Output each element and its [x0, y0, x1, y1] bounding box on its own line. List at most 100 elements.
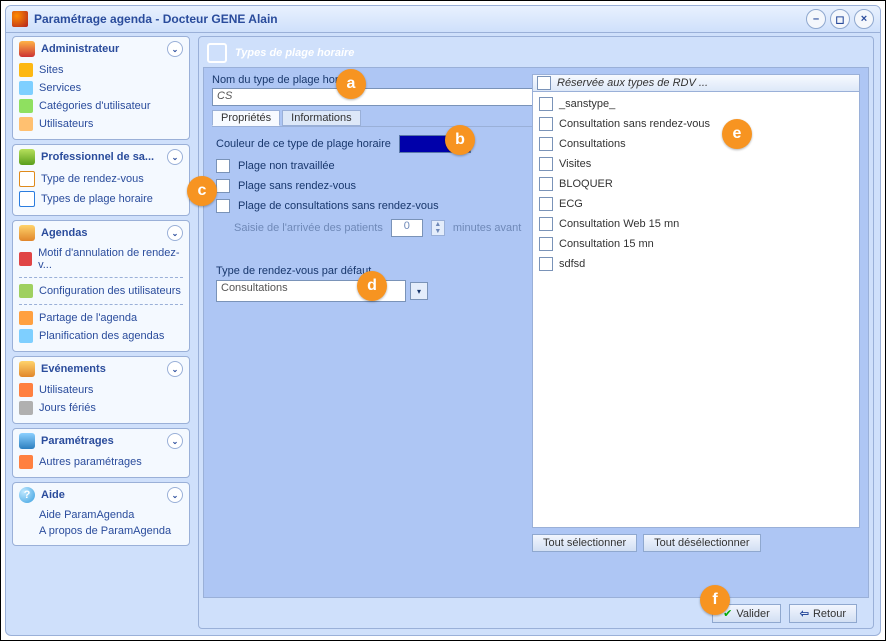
sidebar-panel-param: Paramétrages ⌄ Autres paramétrages [12, 428, 190, 478]
nav-label: Utilisateurs [39, 384, 93, 396]
rdv-item[interactable]: ECG [537, 194, 855, 214]
nav-label: Configuration des utilisateurs [39, 285, 181, 297]
rdv-item[interactable]: Consultation Web 15 mn [537, 214, 855, 234]
sidebar-panel-help: ? Aide ⌄ Aide ParamAgenda A propos de Pa… [12, 482, 190, 546]
rdv-item[interactable]: _sanstype_ [537, 94, 855, 114]
rdv-item-checkbox[interactable] [539, 137, 553, 151]
agenda-icon [19, 225, 35, 241]
motif-icon [19, 252, 32, 266]
rdv-item-checkbox[interactable] [539, 177, 553, 191]
chk-consult-sans-rdv[interactable] [216, 199, 230, 213]
nav-label: Motif d'annulation de rendez-v... [38, 247, 183, 271]
rdv-item[interactable]: BLOQUER [537, 174, 855, 194]
nav-label: Type de rendez-vous [41, 173, 144, 185]
panel-title: Paramétrages [41, 435, 114, 447]
nav-partage[interactable]: Partage de l'agenda [13, 309, 189, 327]
nav-motif-annulation[interactable]: Motif d'annulation de rendez-v... [13, 245, 189, 273]
nav-label: Autres paramétrages [39, 456, 142, 468]
deselect-all-button[interactable]: Tout désélectionner [643, 534, 760, 552]
tab-proprietes[interactable]: Propriétés [212, 110, 280, 126]
arrival-minutes-input[interactable]: 0 [391, 219, 423, 237]
rdv-item-label: _sanstype_ [559, 98, 615, 110]
nav-config-users[interactable]: Configuration des utilisateurs [13, 282, 189, 300]
config-icon [19, 284, 33, 298]
sidebar-panel-admin: Administrateur ⌄ Sites Services Catégori… [12, 36, 190, 140]
nav-planification[interactable]: Planification des agendas [13, 327, 189, 345]
rdv-item-checkbox[interactable] [539, 257, 553, 271]
rdv-item-checkbox[interactable] [539, 217, 553, 231]
rdv-item-label: BLOQUER [559, 178, 613, 190]
app-icon [12, 11, 28, 27]
users-icon [19, 383, 33, 397]
rdv-item-checkbox[interactable] [539, 197, 553, 211]
btn-label: Valider [736, 608, 769, 620]
rdv-item[interactable]: Consultation 15 mn [537, 234, 855, 254]
color-label: Couleur de ce type de plage horaire [216, 138, 391, 150]
other-icon [19, 455, 33, 469]
main-heading: Types de plage horaire [203, 41, 869, 65]
rdv-group-header: Réservée aux types de RDV ... [532, 74, 860, 92]
rdv-item-label: sdfsd [559, 258, 585, 270]
collapse-button[interactable]: ⌄ [167, 487, 183, 503]
rdv-item[interactable]: Visites [537, 154, 855, 174]
sites-icon [19, 63, 33, 77]
nav-categories-utilisateur[interactable]: Catégories d'utilisateur [13, 97, 189, 115]
rdv-item-checkbox[interactable] [539, 157, 553, 171]
nav-label: A propos de ParamAgenda [39, 525, 171, 537]
rdv-item-checkbox[interactable] [539, 97, 553, 111]
close-button[interactable]: × [854, 9, 874, 29]
collapse-button[interactable]: ⌄ [167, 149, 183, 165]
nav-label: Catégories d'utilisateur [39, 100, 151, 112]
separator [19, 304, 183, 305]
share-icon [19, 311, 33, 325]
nav-help-aide[interactable]: Aide ParamAgenda [13, 507, 189, 523]
nav-sites[interactable]: Sites [13, 61, 189, 79]
chk-group-all[interactable] [537, 76, 551, 90]
arrival-prefix: Saisie de l'arrivée des patients [234, 222, 383, 234]
window-title: Paramétrage agenda - Docteur GENE Alain [34, 12, 278, 26]
callout-f: f [700, 585, 730, 615]
nav-jours-feries[interactable]: Jours fériés [13, 399, 189, 417]
nav-label: Planification des agendas [39, 330, 164, 342]
return-button[interactable]: ⇦Retour [789, 604, 857, 623]
maximize-button[interactable]: ◻ [830, 9, 850, 29]
rdv-item[interactable]: Consultation sans rendez-vous [537, 114, 855, 134]
heading-text: Types de plage horaire [235, 47, 354, 59]
spin-buttons[interactable]: ▲▼ [431, 220, 445, 236]
rdv-icon [19, 171, 35, 187]
titlebar: Paramétrage agenda - Docteur GENE Alain … [6, 6, 880, 33]
chk-label: Plage sans rendez-vous [238, 180, 356, 192]
collapse-button[interactable]: ⌄ [167, 225, 183, 241]
name-input[interactable]: CS [212, 88, 540, 106]
rdv-item[interactable]: Consultations [537, 134, 855, 154]
collapse-button[interactable]: ⌄ [167, 361, 183, 377]
nav-ev-users[interactable]: Utilisateurs [13, 381, 189, 399]
nav-type-rdv[interactable]: Type de rendez-vous [13, 169, 189, 189]
nav-help-about[interactable]: A propos de ParamAgenda [13, 523, 189, 539]
collapse-button[interactable]: ⌄ [167, 433, 183, 449]
minimize-button[interactable]: – [806, 9, 826, 29]
rdv-item-label: ECG [559, 198, 583, 210]
nav-services[interactable]: Services [13, 79, 189, 97]
spin-down-icon[interactable]: ▼ [432, 228, 444, 235]
sidebar-panel-events: Evénements ⌄ Utilisateurs Jours fériés [12, 356, 190, 424]
rdv-item-checkbox[interactable] [539, 237, 553, 251]
callout-d: d [357, 271, 387, 301]
param-icon [19, 433, 35, 449]
chk-non-travaillee[interactable] [216, 159, 230, 173]
panel-title: Administrateur [41, 43, 119, 55]
panel-title: Aide [41, 489, 65, 501]
nav-types-plage-horaire[interactable]: Types de plage horaire [13, 189, 189, 209]
select-all-button[interactable]: Tout sélectionner [532, 534, 637, 552]
sidebar-panel-pro: Professionnel de sa... ⌄ Type de rendez-… [12, 144, 190, 216]
rdv-item-checkbox[interactable] [539, 117, 553, 131]
spin-up-icon[interactable]: ▲ [432, 221, 444, 228]
nav-autres-param[interactable]: Autres paramétrages [13, 453, 189, 471]
chk-sans-rdv[interactable] [216, 179, 230, 193]
collapse-button[interactable]: ⌄ [167, 41, 183, 57]
rdv-item[interactable]: sdfsd [537, 254, 855, 274]
nav-utilisateurs[interactable]: Utilisateurs [13, 115, 189, 133]
tab-informations[interactable]: Informations [282, 110, 361, 126]
select-dropdown-button[interactable]: ▾ [410, 282, 428, 300]
nav-label: Utilisateurs [39, 118, 93, 130]
